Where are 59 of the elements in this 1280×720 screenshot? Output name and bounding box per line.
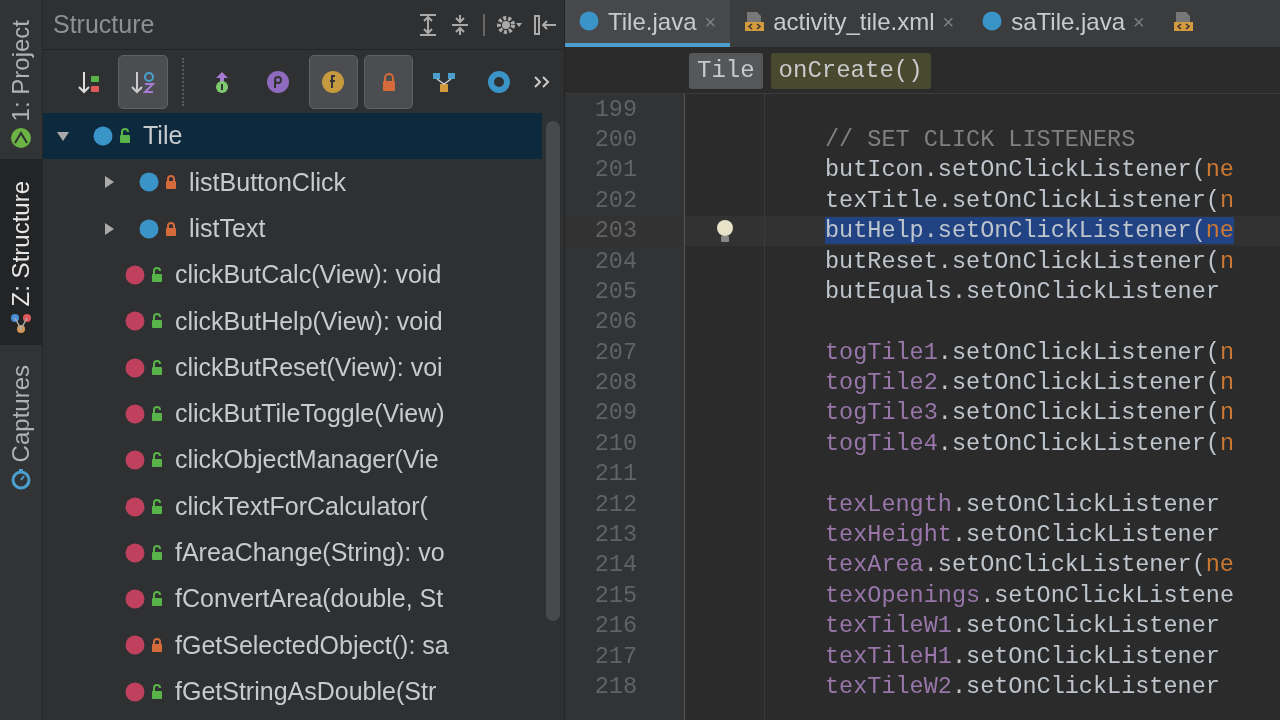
sort-by-visibility-icon: [75, 69, 100, 94]
sort-alphabetically-icon: [131, 69, 156, 94]
code-line: texTileH1.setOnClickListener: [825, 641, 1220, 672]
toolbar-divider-icon: [482, 12, 486, 37]
breadcrumb[interactable]: Tile: [689, 52, 763, 89]
tree-item[interactable]: fAreaChange(String): vo: [43, 529, 542, 576]
hide-panel-icon[interactable]: [534, 12, 556, 37]
code-line: texOpenings.setOnClickListene: [825, 580, 1234, 611]
editor-tab[interactable]: activity_tile.xml ×: [730, 0, 969, 47]
collapsed-arrow-icon[interactable]: [102, 175, 116, 190]
ring-icon: [487, 69, 512, 94]
code-line: togTile1.setOnClickListener(n: [825, 337, 1234, 368]
tree-item[interactable]: fConvertArea(double, St: [43, 575, 542, 623]
class-file-icon: [982, 11, 1004, 32]
lock-toggle[interactable]: [363, 54, 414, 109]
collapsed-arrow-icon[interactable]: [102, 221, 116, 236]
xml-file-icon: [1172, 11, 1194, 32]
code-comment: // SET CLICK LISTENERS: [825, 124, 1136, 155]
code-line: texTileW2.setOnClickListener: [825, 672, 1220, 702]
code-line: texArea.setOnClickListener(ne: [825, 550, 1234, 581]
tree-item[interactable]: clickTextForCalculator(: [43, 483, 542, 530]
breadcrumb[interactable]: onCreate(): [770, 52, 931, 89]
tree-item[interactable]: fGetSelectedObject(): sa: [43, 622, 542, 669]
editor-tab[interactable]: Tile.java ×: [565, 0, 731, 47]
code-line: texTileW1.setOnClickListener: [825, 611, 1220, 642]
code-line: togTile2.setOnClickListener(n: [825, 368, 1234, 399]
structure-icon: [10, 312, 32, 335]
tree-item[interactable]: Tile: [43, 113, 542, 160]
tree-item[interactable]: clickButHelp(View): void: [43, 298, 542, 345]
code-line: texHeight.setOnClickListener: [825, 520, 1220, 551]
code-line: butEquals.setOnClickListener: [825, 276, 1220, 307]
code-line: texTitle.setOnClickListener(n: [825, 185, 1234, 216]
code-line: togTile4.setOnClickListener(n: [825, 428, 1234, 459]
tree-item[interactable]: clickObjectManager(Vie: [43, 437, 542, 484]
stopwatch-icon: [10, 468, 32, 491]
side-tab[interactable]: Z: Structure: [0, 159, 42, 345]
sort-alphabetically-toggle[interactable]: [118, 54, 168, 109]
tree-item[interactable]: clickButReset(View): voi: [43, 344, 542, 391]
side-tab[interactable]: Captures: [0, 354, 42, 501]
scrollbar-thumb[interactable]: [546, 121, 560, 621]
code-line: butHelp.setOnClickListener(ne: [825, 216, 1234, 247]
side-tab[interactable]: 1: Project: [0, 0, 42, 160]
property-icon: [265, 69, 290, 94]
code-line: butIcon.setOnClickListener(ne: [825, 155, 1234, 186]
tree-item[interactable]: fGetStringAsDouble(Str: [43, 668, 542, 715]
lightbulb-icon[interactable]: [715, 218, 734, 243]
code-line: butReset.setOnClickListener(n: [825, 246, 1234, 277]
tree-item[interactable]: clickButCalc(View): void: [43, 251, 542, 299]
tree-item[interactable]: listText: [43, 205, 542, 252]
tree-item[interactable]: clickButTileToggle(View): [43, 390, 542, 438]
xml-file-icon: [744, 11, 766, 32]
code-line: texLength.setOnClickListener: [825, 489, 1220, 520]
tree-item[interactable]: listButtonClick: [43, 159, 542, 206]
field-icon: [321, 69, 346, 94]
panel-title: Structure: [53, 8, 155, 40]
field-toggle[interactable]: [308, 54, 358, 109]
code-line: togTile3.setOnClickListener(n: [825, 398, 1234, 429]
editor-tab[interactable]: saTile.java ×: [968, 0, 1159, 47]
class-file-icon: [579, 11, 600, 32]
